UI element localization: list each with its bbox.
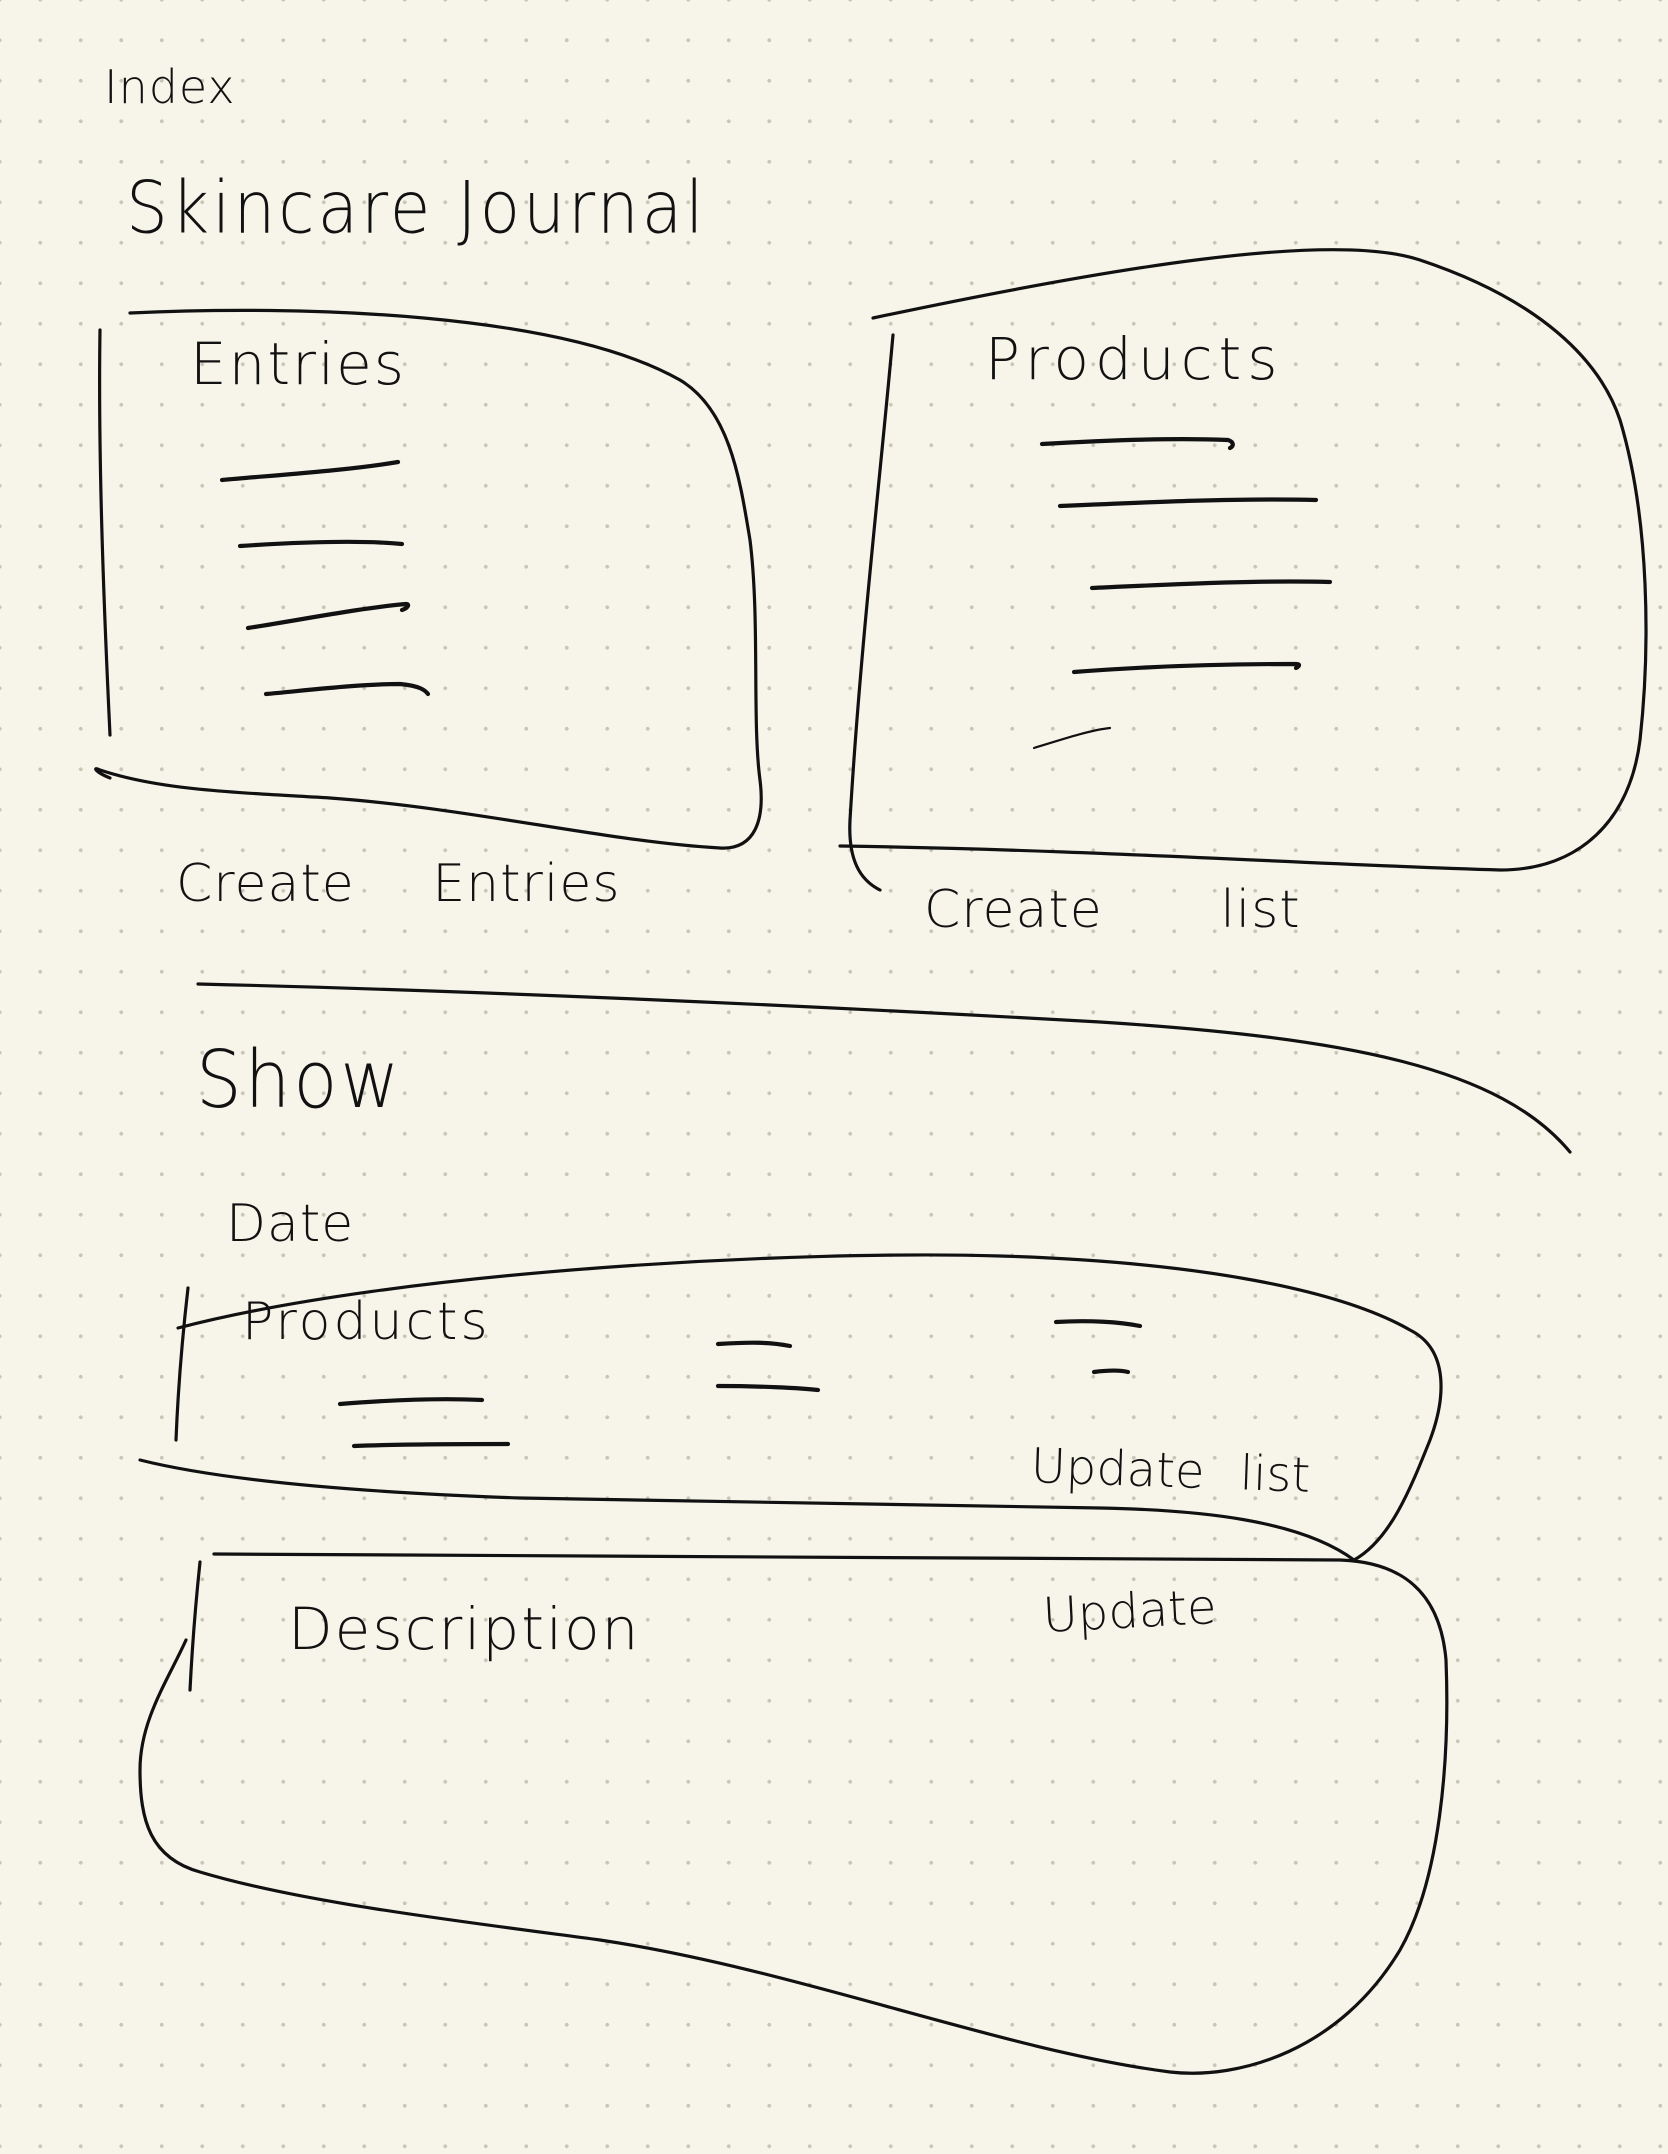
update-list-button[interactable]: Update list [1030, 1438, 1311, 1504]
products-panel: Products [845, 230, 1645, 875]
update-button[interactable]: Update [1041, 1579, 1218, 1644]
show-products-panel: Products Update list [140, 1250, 1450, 1560]
page-label: Index [104, 60, 236, 114]
description-heading: Description [288, 1595, 641, 1663]
show-section-label: Show [196, 1033, 403, 1126]
products-panel-heading: Products [985, 325, 1284, 393]
description-panel[interactable]: Description Update [140, 1554, 1450, 2074]
entries-panel: Entries [100, 305, 760, 850]
date-label: Date [226, 1194, 355, 1254]
entries-list[interactable] [215, 450, 535, 710]
create-entries-link[interactable]: Create Entries [176, 858, 620, 910]
show-products-list [330, 1330, 1330, 1450]
entries-panel-heading: Entries [190, 330, 407, 398]
show-section-divider [196, 982, 1572, 1154]
create-list-link[interactable]: Create list [924, 884, 1301, 936]
app-title: Skincare Journal [126, 165, 707, 251]
products-list[interactable] [1035, 430, 1335, 750]
